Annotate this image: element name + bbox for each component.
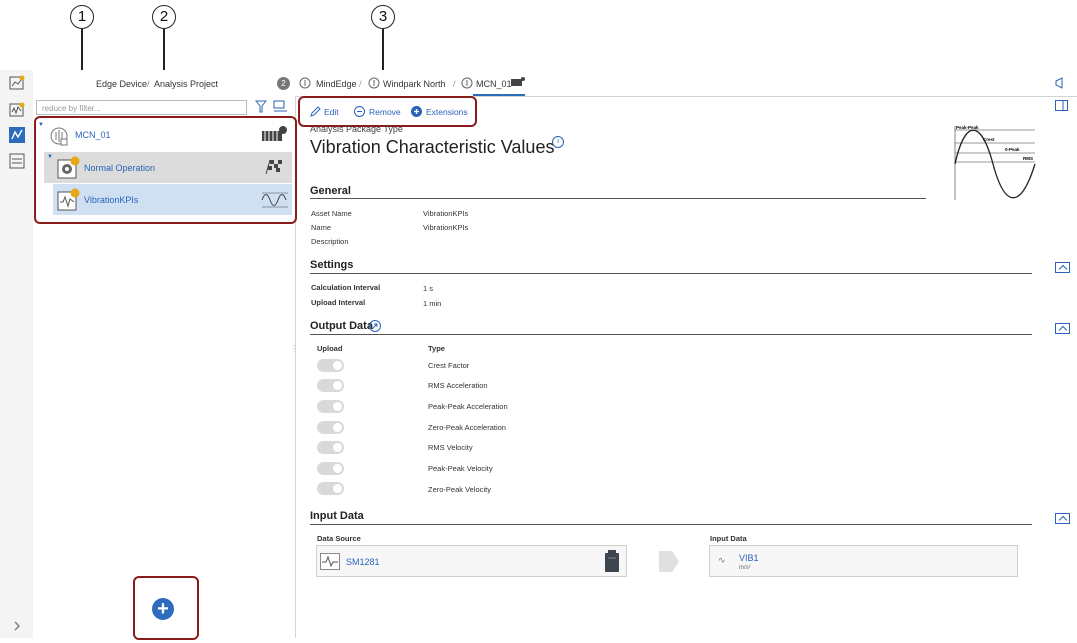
highlight-tree — [34, 116, 297, 224]
output-type: Peak-Peak Acceleration — [428, 402, 508, 411]
output-type: Peak-Peak Velocity — [428, 464, 493, 473]
field-value: VibrationKPIs — [423, 209, 469, 218]
megaphone-icon[interactable] — [1054, 77, 1068, 89]
data-source-label: Data Source — [317, 534, 361, 543]
external-link-icon[interactable] — [369, 320, 381, 332]
breadcrumb-mcn01[interactable]: MCN_01 — [476, 79, 512, 89]
input-data-card[interactable]: ∿ VIB1 m/s² — [709, 545, 1018, 577]
diagram-label: RMS — [1023, 156, 1033, 161]
upload-toggle[interactable] — [317, 421, 344, 434]
field-value: 1 min — [423, 299, 442, 308]
general-section-title: General — [310, 185, 351, 197]
remove-icon[interactable] — [354, 106, 365, 117]
input-data-unit: m/s² — [739, 565, 751, 571]
upload-toggle[interactable] — [317, 400, 344, 413]
asset-icon — [368, 77, 380, 89]
asset-icon — [299, 77, 311, 89]
asset-icon — [461, 77, 473, 89]
breadcrumb-mindedge[interactable]: MindEdge — [316, 79, 357, 89]
breadcrumb-analysis-project[interactable]: Analysis Project — [154, 79, 218, 89]
callout-1: 1 — [70, 5, 94, 29]
diagram-label: Peak-Peak — [956, 125, 979, 130]
waveform-icon: ∿ — [718, 555, 726, 565]
diagram-label: 0-Peak — [1005, 147, 1020, 152]
panel-toggle-icon[interactable] — [1055, 100, 1068, 111]
page-subtitle: Analysis Package Type — [310, 124, 403, 134]
output-type: Zero-Peak Acceleration — [428, 423, 506, 432]
field-label: Calculation Interval — [311, 283, 381, 292]
callout-2: 2 — [152, 5, 176, 29]
collapse-output-button[interactable] — [1055, 323, 1070, 334]
data-source-value[interactable]: SM1281 — [346, 557, 380, 567]
divider — [310, 334, 1032, 335]
upload-toggle[interactable] — [317, 441, 344, 454]
info-icon[interactable]: i — [552, 136, 564, 148]
divider — [310, 198, 926, 199]
field-label: Upload Interval — [311, 298, 366, 307]
plus-circle-icon[interactable] — [411, 106, 422, 117]
column-header-type: Type — [428, 344, 445, 353]
upload-toggle[interactable] — [317, 482, 344, 495]
field-label: Description — [311, 237, 349, 246]
input-data-value[interactable]: VIB1 — [739, 553, 759, 563]
breadcrumb-edge-device[interactable]: Edge Device — [96, 79, 147, 89]
highlight-add — [133, 576, 199, 640]
extensions-button[interactable]: Extensions — [426, 107, 468, 117]
callout-3: 3 — [371, 5, 395, 29]
output-type: Zero-Peak Velocity — [428, 485, 491, 494]
device-icon — [511, 77, 525, 86]
page-title: Vibration Characteristic Values — [310, 137, 555, 157]
input-section-title: Input Data — [310, 510, 364, 522]
output-type: Crest Factor — [428, 361, 470, 370]
chevron-right-icon[interactable] — [9, 618, 25, 634]
output-type: RMS Acceleration — [428, 381, 488, 390]
input-data-label: Input Data — [710, 534, 747, 543]
upload-toggle[interactable] — [317, 379, 344, 392]
data-source-card[interactable]: SM1281 — [316, 545, 627, 577]
field-label: Asset Name — [311, 209, 352, 218]
field-value: 1 s — [423, 284, 434, 293]
breadcrumb-separator: / — [147, 79, 150, 89]
collapse-input-button[interactable] — [1055, 513, 1070, 524]
output-type: RMS Velocity — [428, 443, 473, 452]
upload-toggle[interactable] — [317, 359, 344, 372]
tree-view-icon[interactable] — [273, 100, 288, 112]
output-section-title: Output Data — [310, 320, 373, 332]
signal-icon — [320, 553, 340, 570]
breadcrumb-windpark-north[interactable]: Windpark North — [383, 79, 446, 89]
diagram-label: Crest — [983, 137, 995, 142]
device-module-icon — [605, 550, 619, 572]
breadcrumb-separator: / — [453, 79, 456, 89]
project-icon[interactable] — [9, 153, 25, 169]
filter-icon[interactable] — [255, 100, 267, 113]
notification-badge: 2 — [277, 77, 290, 90]
collapse-settings-button[interactable] — [1055, 262, 1070, 273]
dashboard-icon[interactable] — [9, 75, 25, 91]
field-label: Name — [311, 223, 332, 232]
divider — [310, 524, 1032, 525]
left-rail — [0, 70, 34, 638]
chart-icon[interactable] — [9, 102, 25, 118]
field-value: VibrationKPIs — [423, 223, 469, 232]
remove-button[interactable]: Remove — [369, 107, 401, 117]
divider — [310, 273, 1032, 274]
arrow-right-icon — [659, 551, 679, 572]
upload-toggle[interactable] — [317, 462, 344, 475]
analysis-icon[interactable] — [9, 127, 25, 143]
edit-button[interactable]: Edit — [324, 107, 339, 117]
settings-section-title: Settings — [310, 259, 354, 271]
filter-input[interactable]: reduce by filter... — [36, 100, 247, 115]
main-content: Edit Remove Extensions Analysis Package … — [296, 96, 1077, 638]
column-header-upload: Upload — [317, 344, 343, 353]
top-bar: Edge Device / Analysis Project 2 MindEdg… — [33, 70, 1077, 97]
breadcrumb-separator: / — [359, 79, 362, 89]
pencil-icon[interactable] — [310, 106, 321, 117]
vibration-diagram: Peak-Peak Crest 0-Peak RMS — [954, 125, 1036, 200]
